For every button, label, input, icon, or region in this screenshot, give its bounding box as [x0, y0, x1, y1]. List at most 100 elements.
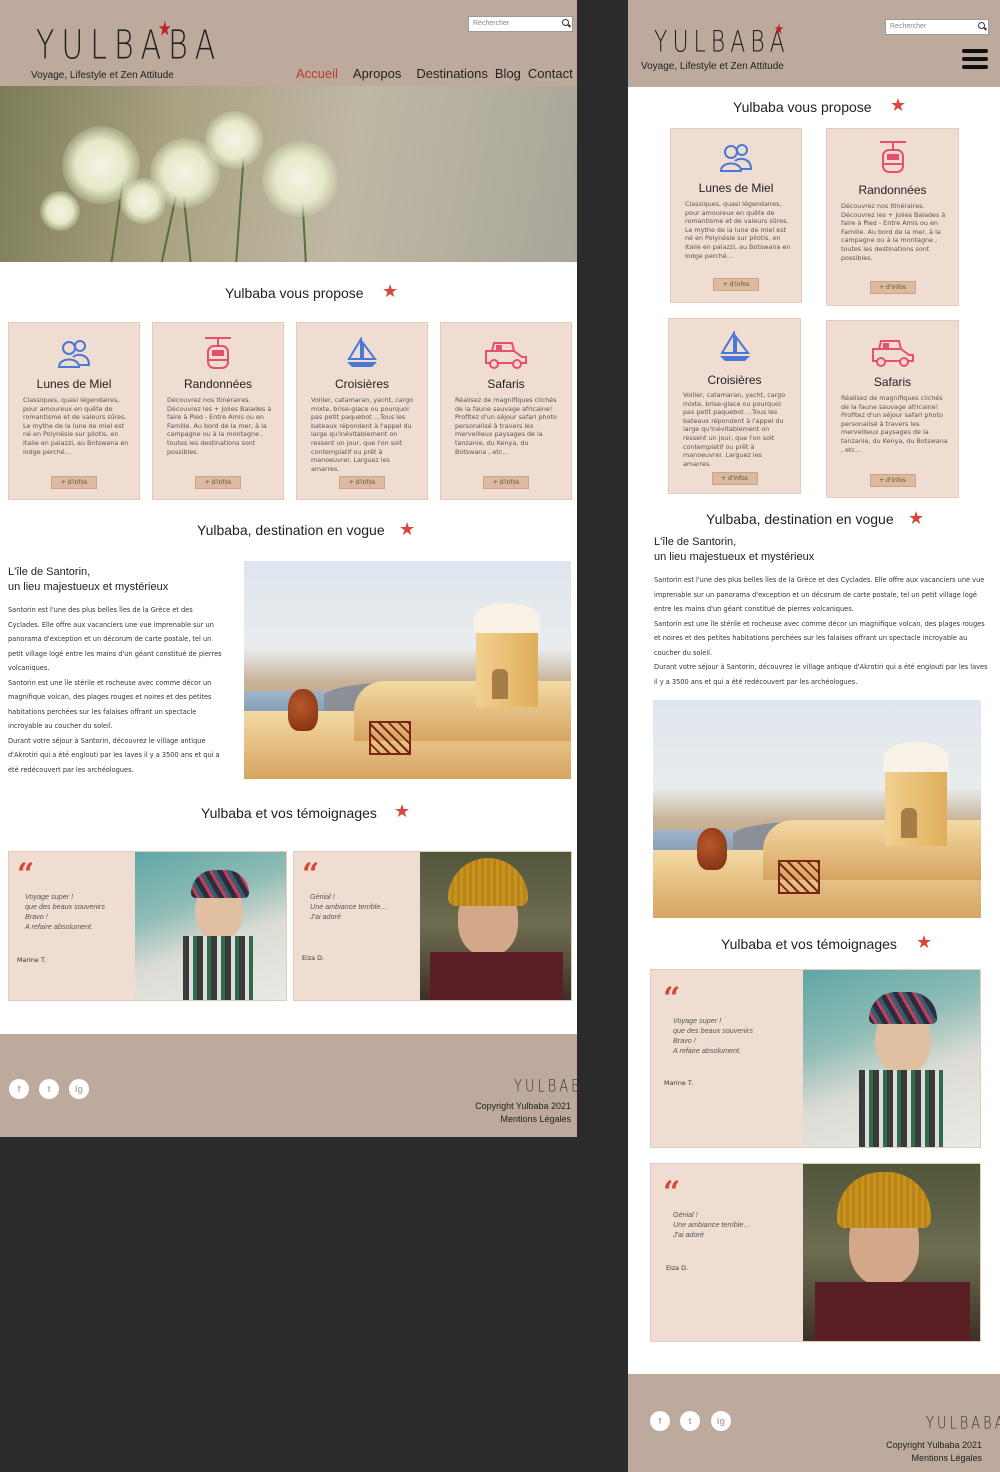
more-info-button[interactable]: + d'infos	[869, 474, 916, 487]
twitter-icon[interactable]: t	[39, 1079, 59, 1099]
card-description: Découvrez nos Itinéraires. Découvrez les…	[167, 396, 272, 456]
hero-image	[0, 86, 577, 262]
testimonial-author: Elza D.	[302, 954, 325, 962]
instagram-icon[interactable]: ig	[69, 1079, 89, 1099]
search-input[interactable]: Rechercher	[468, 16, 573, 32]
testimonial-line: Génial !	[310, 892, 335, 901]
testimonial-author: Elza D.	[666, 1264, 689, 1272]
article-paragraph: Santorin est une île stérile et rocheuse…	[8, 678, 212, 731]
footer-logo: YULBABA★	[926, 1414, 1000, 1434]
cable-car-icon	[879, 141, 906, 173]
sailboat-icon	[719, 331, 750, 361]
facebook-icon[interactable]: f	[9, 1079, 29, 1099]
star-icon: ★	[890, 95, 907, 116]
footer-text: Copyright Yulbaba 2021 Mentions Légales	[886, 1439, 982, 1465]
card-title: Lunes de Miel	[698, 181, 774, 195]
article-heading: L'île de Santorin, un lieu majestueux et…	[8, 565, 168, 595]
article-heading-line2: un lieu majestueux et mystérieux	[8, 581, 169, 593]
card-description: Voilier, catamaran, yacht, cargo mixte, …	[311, 396, 414, 473]
more-info-button[interactable]: + d'infos	[51, 476, 97, 489]
section-title-propose: Yulbaba vous propose	[225, 285, 364, 301]
article-heading: L'île de Santorin, un lieu majestueux et…	[654, 535, 814, 565]
testimonial-line: que des beaux souvenirs	[673, 1026, 753, 1035]
testimonial-line: Voyage super !	[25, 892, 74, 901]
testimonial-author: Marine T.	[17, 956, 47, 964]
logo-star-icon: ★	[158, 16, 172, 41]
article-paragraph: Durant votre séjour à Santorin, découvre…	[654, 663, 988, 686]
testimonial-line: Voyage super !	[673, 1016, 722, 1025]
testimonial-card: “ Voyage super ! que des beaux souvenirs…	[8, 851, 287, 1001]
search-icon[interactable]	[562, 19, 569, 26]
sailboat-icon	[347, 337, 377, 367]
card-safaris: Safaris Réalisez de magnifiques clichés …	[826, 320, 959, 498]
nav-blog[interactable]: Blog	[495, 66, 521, 81]
santorini-photo	[244, 561, 571, 779]
testimonial-line: Bravo !	[25, 912, 48, 921]
more-info-button[interactable]: + d'infos	[339, 476, 385, 489]
testimonial-line: A refaire absolument.	[25, 922, 94, 931]
desktop-view: YULBABA ★ Voyage, Lifestyle et Zen Attitu…	[0, 0, 577, 1137]
logo[interactable]: YULBABA ★	[36, 17, 222, 70]
nav-apropos[interactable]: Apropos	[353, 66, 401, 81]
card-lunes-de-miel: Lunes de Miel Classiques, quasi légendai…	[670, 128, 802, 303]
card-title: Lunes de Miel	[36, 377, 112, 391]
testimonial-photo	[135, 852, 286, 1000]
testimonial-line: J'ai adoré	[310, 912, 341, 921]
more-info-button[interactable]: + d'infos	[195, 476, 241, 489]
article-heading-line1: L'île de Santorin,	[654, 536, 737, 548]
card-title: Randonnées	[858, 183, 927, 197]
card-croisieres: Croisières Voilier, catamaran, yacht, ca…	[296, 322, 428, 500]
couple-icon	[719, 144, 753, 172]
footer-logo-text: YULBABA	[514, 1077, 577, 1097]
article-paragraph: Santorin est l'une des plus belles îles …	[654, 576, 985, 613]
facebook-icon[interactable]: f	[650, 1411, 670, 1431]
quote-icon: “	[17, 857, 35, 892]
article-body: Santorin est l'une des plus belles îles …	[654, 573, 989, 689]
card-title: Croisières	[707, 373, 762, 387]
footer: f t ig YULBABA★ Copyright Yulbaba 2021 M…	[628, 1374, 1000, 1472]
legal-link[interactable]: Mentions Légales	[475, 1113, 571, 1126]
hamburger-menu-icon[interactable]	[962, 49, 988, 69]
jeep-icon	[485, 342, 527, 369]
copyright: Copyright Yulbaba 2021	[886, 1440, 982, 1450]
santorini-photo	[653, 700, 981, 918]
card-randonnees: Randonnées Découvrez nos Itinéraires. Dé…	[826, 128, 959, 306]
quote-icon: “	[302, 857, 320, 892]
nav-accueil[interactable]: Accueil	[296, 66, 338, 81]
more-info-button[interactable]: + d'infos	[483, 476, 529, 489]
card-title: Safaris	[487, 377, 525, 391]
more-info-button[interactable]: + d'infos	[711, 472, 758, 485]
testimonial-line: A refaire absolument.	[673, 1046, 742, 1055]
star-icon: ★	[394, 801, 411, 822]
instagram-icon[interactable]: ig	[711, 1411, 731, 1431]
tagline: Voyage, Lifestyle et Zen Attitude	[31, 70, 174, 81]
nav-destinations[interactable]: Destinations	[416, 66, 488, 81]
search-input[interactable]: Rechercher	[885, 19, 989, 35]
logo[interactable]: YULBABA ★	[654, 21, 790, 60]
testimonial-line: Une ambiance terrible…	[673, 1220, 751, 1229]
header: YULBABA ★ Voyage, Lifestyle et Zen Attitu…	[628, 0, 1000, 87]
more-info-button[interactable]: + d'infos	[713, 278, 759, 291]
testimonial-text: Voyage super ! que des beaux souvenirs B…	[25, 892, 105, 932]
search-placeholder: Rechercher	[890, 23, 927, 30]
card-title: Safaris	[873, 375, 912, 389]
card-description: Réalisez de magnifiques clichés de la fa…	[455, 396, 557, 456]
footer-logo-text: YULBABA	[926, 1414, 1000, 1434]
quote-icon: “	[663, 1175, 681, 1210]
cable-car-icon	[205, 337, 231, 369]
card-title: Croisières	[334, 377, 389, 391]
article-paragraph: Durant votre séjour à Santorin, découvre…	[8, 736, 220, 774]
card-description: Réalisez de magnifiques clichés de la fa…	[841, 394, 948, 454]
section-title-vogue: Yulbaba, destination en vogue	[706, 511, 894, 527]
testimonial-author: Marine T.	[664, 1079, 694, 1087]
legal-link[interactable]: Mentions Légales	[886, 1452, 982, 1465]
search-icon[interactable]	[978, 22, 985, 29]
article-paragraph: Santorin est l'une des plus belles îles …	[8, 606, 222, 672]
twitter-icon[interactable]: t	[680, 1411, 700, 1431]
nav-contact[interactable]: Contact	[528, 66, 573, 81]
header: YULBABA ★ Voyage, Lifestyle et Zen Attitu…	[0, 0, 577, 86]
more-info-button[interactable]: + d'infos	[869, 281, 916, 294]
article-heading-line1: L'île de Santorin,	[8, 566, 91, 578]
card-croisieres: Croisières Voilier, catamaran, yacht, ca…	[668, 318, 801, 494]
footer: f t ig YULBABA★ Copyright Yulbaba 2021 M…	[0, 1034, 577, 1137]
